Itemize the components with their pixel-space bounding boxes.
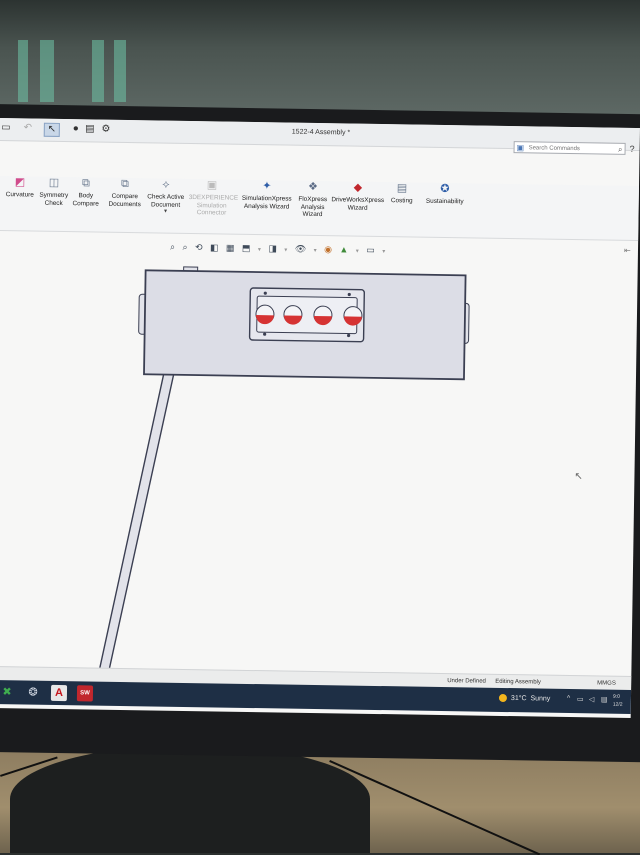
ribbon-button-simulationxpress[interactable]: ✦ SimulationXpress Analysis Wizard xyxy=(237,180,297,211)
background-window xyxy=(40,40,54,102)
weather-widget[interactable]: 31°C Sunny xyxy=(498,693,551,703)
background-window xyxy=(92,40,104,102)
ribbon-button-floxpress[interactable]: ❖ FloXpress Analysis Wizard xyxy=(294,181,331,219)
background-window xyxy=(18,40,28,102)
mouse-cursor-icon: ↖ xyxy=(574,471,583,483)
status-units[interactable]: MMGS xyxy=(597,680,616,686)
check-active-document-icon: ⟡ xyxy=(162,178,170,191)
simulationxpress-icon: ✦ xyxy=(262,180,272,193)
solidworks-app-icon[interactable]: SW xyxy=(76,685,94,702)
ribbon-label: Body Compare xyxy=(72,192,99,208)
ribbon-button-compare-documents[interactable]: ⧉ Compare Documents xyxy=(105,178,145,209)
ribbon-button-body-compare[interactable]: ⧉ Body Compare xyxy=(71,177,101,207)
ribbon-button-driveworksxpress[interactable]: ◆ DriveWorksXpress Wizard xyxy=(329,181,387,212)
rebuild-icon[interactable]: ● xyxy=(70,123,82,135)
body-compare-icon: ⧉ xyxy=(81,177,90,190)
search-source-icon: ▣ xyxy=(516,143,525,153)
ribbon-label: SimulationXpress Analysis Wizard xyxy=(241,194,292,211)
curvature-icon: ◩ xyxy=(14,176,26,189)
sun-icon xyxy=(498,693,508,703)
weather-temp: 31°C xyxy=(510,694,527,703)
chevron-down-icon[interactable]: ▾ xyxy=(144,208,186,216)
driveworksxpress-icon: ◆ xyxy=(353,181,363,194)
ribbon-button-check-active-document[interactable]: ⟡ Check Active Document ▾ xyxy=(144,178,187,216)
search-icon[interactable]: ⌕ xyxy=(618,144,623,156)
monitor-screen: ▭ ↶ ↖ ● ▤ ⚙ 1522-4 Assembly * ▣ Search C… xyxy=(0,118,640,718)
search-commands-input[interactable]: ▣ Search Commands ⌕ xyxy=(513,141,626,156)
status-mode: Editing Assembly xyxy=(495,678,541,686)
ribbon-button-sustainability[interactable]: ✪ Sustainability xyxy=(423,183,467,206)
ribbon-label: FloXpress Analysis Wizard xyxy=(298,195,328,219)
model-indicator xyxy=(313,305,333,326)
clock-date: 12/2 xyxy=(612,701,623,708)
ribbon-evaluate-tab: ◩ Curvature ◫ Symmetry Check ⧉ Body Comp… xyxy=(0,175,640,242)
graphics-area[interactable]: ↖ xyxy=(0,248,638,718)
print-icon[interactable]: ▭ xyxy=(0,122,12,134)
ribbon-label: Symmetry Check xyxy=(39,191,69,207)
keyboard-icon[interactable]: ▤ xyxy=(601,696,608,704)
clock-time: 9:0 xyxy=(612,693,620,700)
ribbon-button-simulation-connector[interactable]: ▣ 3DEXPERIENCE Simulation Connector xyxy=(188,179,239,217)
ribbon-label: DriveWorksXpress Wizard xyxy=(331,196,385,212)
undo-icon[interactable]: ↶ xyxy=(22,122,34,134)
volume-icon[interactable]: ◁ xyxy=(589,695,595,703)
file-properties-icon[interactable]: ▤ xyxy=(84,123,96,135)
ribbon-label: 3DEXPERIENCE Simulation Connector xyxy=(188,193,239,217)
network-icon[interactable]: ▭ xyxy=(577,695,584,703)
sustainability-icon: ✪ xyxy=(440,182,450,196)
background-window xyxy=(114,40,126,102)
ribbon-button-costing[interactable]: ▤ Costing xyxy=(387,182,417,205)
acrobat-app-icon[interactable]: A xyxy=(50,684,68,702)
simulation-connector-icon: ▣ xyxy=(206,179,218,192)
window-title: 1522-4 Assembly * xyxy=(291,128,351,137)
ribbon-button-symmetry-check[interactable]: ◫ Symmetry Check xyxy=(37,177,71,208)
ribbon-label: Sustainability xyxy=(425,197,464,206)
tray-chevron-up-icon[interactable]: ^ xyxy=(567,695,570,702)
model-indicator xyxy=(255,304,275,325)
taskbar-clock[interactable]: 9:0 12/2 xyxy=(613,693,623,709)
assembly-model[interactable] xyxy=(0,248,638,718)
compare-documents-icon: ⧉ xyxy=(120,177,129,191)
search-placeholder: Search Commands xyxy=(528,145,580,153)
model-indicator xyxy=(283,305,303,325)
help-icon[interactable]: ? xyxy=(630,144,635,154)
status-definition: Under Defined xyxy=(447,678,486,685)
ribbon-label: Costing xyxy=(390,197,413,205)
select-pointer-icon[interactable]: ↖ xyxy=(43,122,60,137)
weather-text: Sunny xyxy=(530,695,551,703)
model-indicator xyxy=(343,306,363,326)
excel-app-icon[interactable]: ✖ xyxy=(0,684,15,700)
options-gear-icon[interactable]: ⚙ xyxy=(100,124,112,136)
monitor-stand xyxy=(10,745,370,853)
ribbon-label: Compare Documents xyxy=(108,192,141,208)
task-pane-toggle-icon[interactable]: ⇤ xyxy=(624,246,631,255)
ribbon-label: Curvature xyxy=(5,191,34,199)
costing-icon: ▤ xyxy=(396,182,408,195)
heads-up-view-toolbar: ⌕ ⌕ ⟲ ◧ ▦ ⬒ ▾ ◨ ▾ 👁 ▾ ◉ ▲ ▾ ▭ ▾ xyxy=(170,237,388,255)
symmetry-check-icon: ◫ xyxy=(48,176,60,189)
model-rod[interactable] xyxy=(80,371,175,718)
ribbon-label: Check Active Document xyxy=(147,193,185,209)
app-icon[interactable]: ❂ xyxy=(25,684,41,700)
ribbon-button-curvature[interactable]: ◩ Curvature xyxy=(3,176,37,199)
floxpress-icon: ❖ xyxy=(307,180,318,194)
